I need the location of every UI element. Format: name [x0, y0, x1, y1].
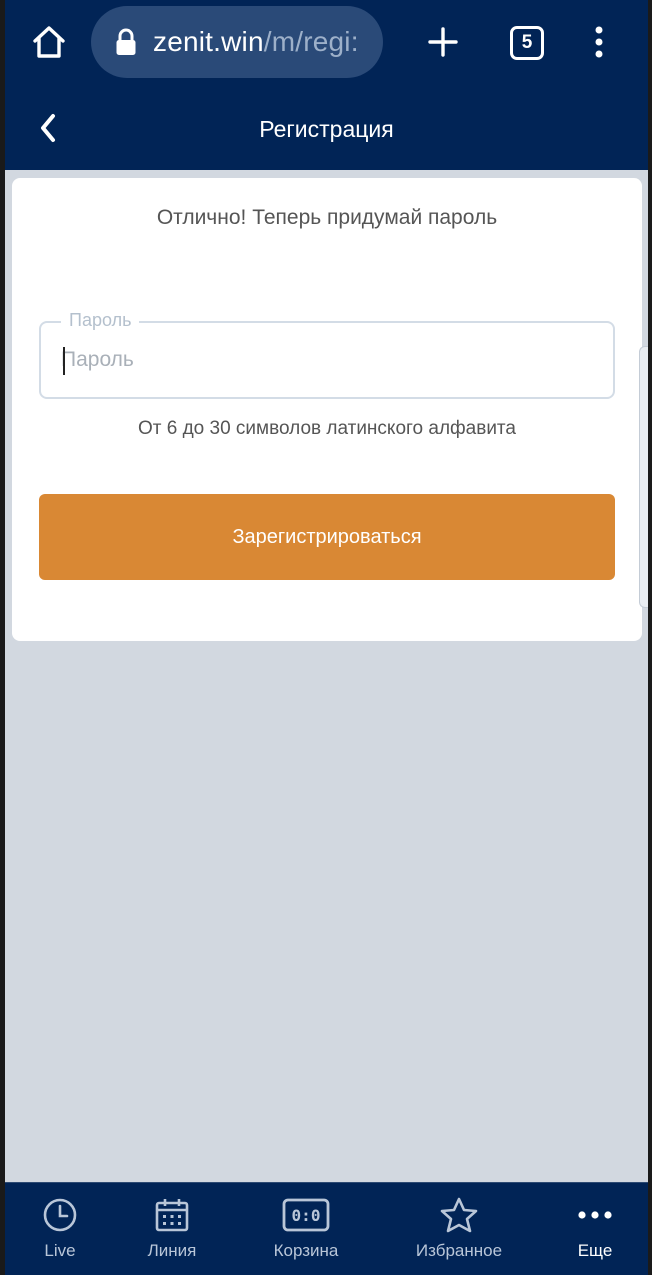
- clock-icon: [40, 1195, 80, 1235]
- browser-menu-button[interactable]: [585, 22, 613, 62]
- text-caret: [63, 347, 65, 375]
- scoreboard-icon: 0:0: [281, 1195, 331, 1235]
- nav-label-favorites: Избранное: [415, 1241, 503, 1260]
- page-title: Регистрация: [259, 116, 394, 142]
- nav-label-live: Live: [44, 1241, 76, 1260]
- svg-text:0:0: 0:0: [292, 1206, 321, 1225]
- password-input[interactable]: [61, 323, 591, 397]
- nav-label-line: Линия: [147, 1241, 197, 1260]
- register-button[interactable]: Зарегистрироваться: [39, 494, 615, 580]
- nav-item-cart[interactable]: 0:0 Корзина: [251, 1183, 361, 1275]
- password-field[interactable]: Пароль: [39, 310, 615, 399]
- url-path: /m/regi:: [263, 26, 359, 57]
- lock-icon: [116, 28, 136, 55]
- card-heading: Отлично! Теперь придумай пароль: [156, 206, 498, 229]
- star-icon: [439, 1195, 479, 1235]
- home-button[interactable]: [27, 20, 71, 64]
- url-bar[interactable]: zenit.win/m/regi:: [91, 6, 383, 78]
- tab-count: 5: [521, 32, 533, 53]
- password-hint: От 6 до 30 символов латинского алфавита: [137, 418, 516, 439]
- app-header: Регистрация: [5, 86, 648, 170]
- registration-card: Отлично! Теперь придумай пароль Пароль О…: [12, 178, 642, 641]
- new-tab-button[interactable]: [423, 22, 463, 62]
- nav-item-more[interactable]: Еще: [540, 1183, 648, 1275]
- url-text: zenit.win/m/regi:: [153, 26, 359, 58]
- nav-item-live[interactable]: Live: [5, 1183, 115, 1275]
- more-vertical-icon: [595, 26, 603, 58]
- browser-toolbar: zenit.win/m/regi: 5: [5, 0, 648, 86]
- more-horizontal-icon: [575, 1195, 615, 1235]
- scroll-handle[interactable]: [639, 346, 648, 608]
- app-frame: zenit.win/m/regi: 5 Регистрация Отлично!…: [5, 0, 648, 1275]
- tabs-button[interactable]: 5: [510, 26, 544, 60]
- plus-icon: [428, 27, 458, 57]
- nav-item-line[interactable]: Линия: [117, 1183, 227, 1275]
- bottom-nav: Live Линия 0:0 Корзина Избранное Еще: [5, 1182, 648, 1275]
- nav-label-more: Еще: [577, 1241, 613, 1260]
- nav-label-cart: Корзина: [273, 1241, 339, 1260]
- calendar-icon: [152, 1195, 192, 1235]
- nav-item-favorites[interactable]: Избранное: [404, 1183, 514, 1275]
- url-domain: zenit.win: [153, 26, 264, 57]
- home-icon: [33, 26, 65, 58]
